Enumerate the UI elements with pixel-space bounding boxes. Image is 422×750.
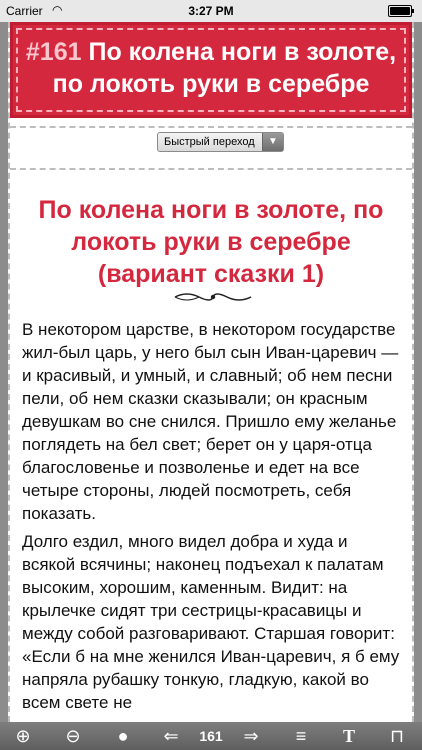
ornament-icon [174,293,252,301]
dropdown-arrow-icon: ▼ [262,133,283,151]
quick-jump-label: Быстрый переход [164,136,255,148]
reading-page[interactable]: #161 По колена ноги в золоте, по локоть … [8,22,414,722]
paragraph: Долго ездил, много видел добра и худа и … [22,532,400,712]
divider [10,168,412,170]
bottom-toolbar: ⊕ ⊖ ● ⇐ 161 ⇒ ≡ T ⊓ [0,722,422,750]
story-heading: По колена ноги в золоте, по локоть руки … [52,38,397,98]
text-style-icon[interactable]: T [336,725,362,747]
page-title: #161 По колена ноги в золоте, по локоть … [20,36,402,100]
night-mode-icon[interactable]: ● [110,725,136,747]
paragraph: В некотором царстве, в некотором государ… [22,320,399,523]
battery-icon [388,5,414,17]
previous-page-icon[interactable]: ⇐ [158,725,184,747]
quick-jump-select[interactable]: Быстрый переход ▼ [157,132,284,152]
story-title: По колена ноги в золоте, по локоть руки … [38,196,384,288]
page-number: 161 [199,728,223,744]
status-bar: Carrier ◠ 3:27 PM [0,0,422,22]
contents-icon[interactable]: ≡ [288,725,314,747]
bookmark-icon[interactable]: ⊓ [384,725,410,747]
divider [10,126,412,128]
story-number: #161 [25,38,82,66]
zoom-out-icon[interactable]: ⊖ [60,725,86,747]
story-text: В некотором царстве, в некотором государ… [22,318,400,719]
next-page-icon[interactable]: ⇒ [238,725,264,747]
zoom-in-icon[interactable]: ⊕ [10,725,36,747]
clock: 3:27 PM [188,4,234,18]
header-banner: #161 По колена ноги в золоте, по локоть … [10,22,412,121]
